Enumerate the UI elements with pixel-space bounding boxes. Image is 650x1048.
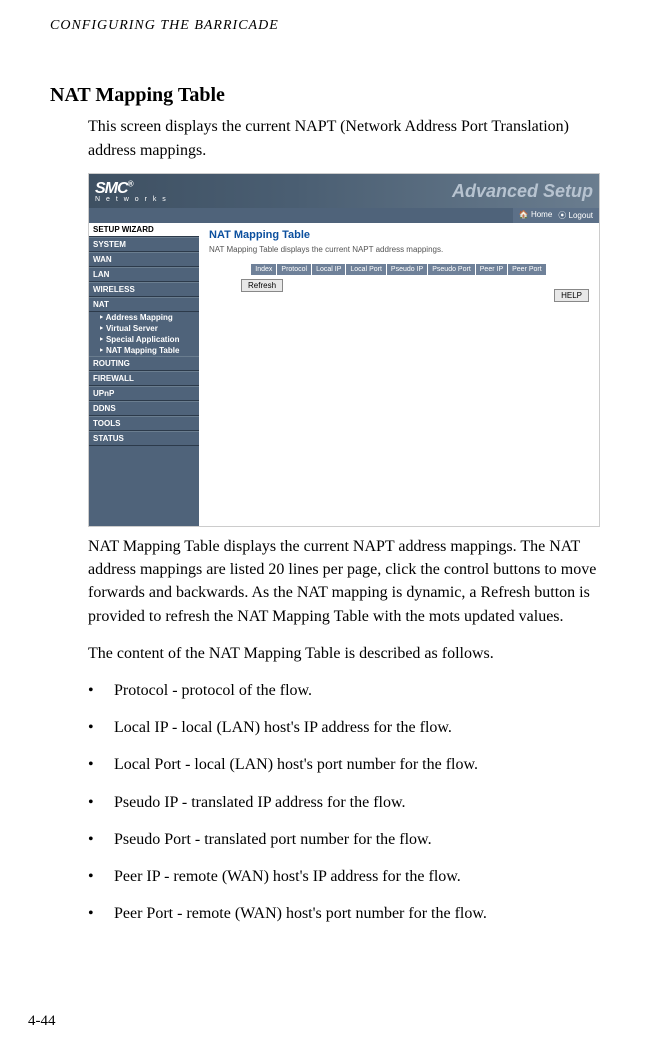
list-item: •Peer IP - remote (WAN) host's IP addres… [88, 865, 600, 888]
nav-ddns[interactable]: DDNS [89, 401, 199, 416]
running-header: CONFIGURING THE BARRICADE [50, 18, 600, 34]
list-item: •Local IP - local (LAN) host's IP addres… [88, 716, 600, 739]
col-index: Index [251, 264, 277, 275]
section-title: NAT Mapping Table [50, 84, 600, 107]
col-protocol: Protocol [277, 264, 312, 275]
advanced-setup-label: Advanced Setup [452, 181, 593, 202]
main-panel: NAT Mapping Table NAT Mapping Table disp… [199, 223, 599, 526]
intro-paragraph: This screen displays the current NAPT (N… [88, 115, 600, 163]
panel-description: NAT Mapping Table displays the current N… [209, 245, 589, 254]
nav-status[interactable]: STATUS [89, 431, 199, 446]
nav-setup-wizard[interactable]: SETUP WIZARD [89, 223, 199, 237]
followup-paragraph: The content of the NAT Mapping Table is … [88, 642, 600, 665]
list-item: •Local Port - local (LAN) host's port nu… [88, 753, 600, 776]
col-local-port: Local Port [346, 264, 387, 275]
nav-wireless[interactable]: WIRELESS [89, 282, 199, 297]
nav-wan[interactable]: WAN [89, 252, 199, 267]
nav-nat[interactable]: NAT [89, 297, 199, 312]
nav-system[interactable]: SYSTEM [89, 237, 199, 252]
sidebar-nav: SETUP WIZARD SYSTEM WAN LAN WIRELESS NAT… [89, 223, 199, 526]
list-item: •Pseudo IP - translated IP address for t… [88, 791, 600, 814]
list-item: •Peer Port - remote (WAN) host's port nu… [88, 902, 600, 925]
router-ui-screenshot: SMC® N e t w o r k s Advanced Setup 🏠 Ho… [88, 173, 600, 527]
nav-address-mapping[interactable]: ‣ Address Mapping [89, 312, 199, 323]
panel-title: NAT Mapping Table [209, 229, 589, 241]
description-paragraph: NAT Mapping Table displays the current N… [88, 535, 600, 628]
col-local-ip: Local IP [312, 264, 346, 275]
smc-logo: SMC® N e t w o r k s [95, 179, 168, 202]
table-header-row: Index Protocol Local IP Local Port Pseud… [209, 264, 589, 275]
ss-header: SMC® N e t w o r k s Advanced Setup [89, 174, 599, 208]
page-number: 4-44 [28, 1013, 56, 1030]
col-pseudo-ip: Pseudo IP [387, 264, 428, 275]
bullet-list: •Protocol - protocol of the flow. •Local… [88, 679, 600, 925]
nav-special-application[interactable]: ‣ Special Application [89, 334, 199, 345]
col-peer-port: Peer Port [508, 264, 547, 275]
nav-virtual-server[interactable]: ‣ Virtual Server [89, 323, 199, 334]
help-button[interactable]: HELP [554, 289, 589, 302]
nav-firewall[interactable]: FIREWALL [89, 371, 199, 386]
nav-upnp[interactable]: UPnP [89, 386, 199, 401]
col-pseudo-port: Pseudo Port [428, 264, 476, 275]
nav-nat-mapping-table[interactable]: ‣ NAT Mapping Table [89, 345, 199, 356]
list-item: •Protocol - protocol of the flow. [88, 679, 600, 702]
nav-routing[interactable]: ROUTING [89, 356, 199, 371]
list-item: •Pseudo Port - translated port number fo… [88, 828, 600, 851]
home-link[interactable]: 🏠 Home [519, 210, 553, 221]
refresh-button[interactable]: Refresh [241, 279, 283, 292]
logout-link[interactable]: ⦿ Logout [558, 210, 593, 221]
nav-lan[interactable]: LAN [89, 267, 199, 282]
nav-tools[interactable]: TOOLS [89, 416, 199, 431]
col-peer-ip: Peer IP [476, 264, 508, 275]
